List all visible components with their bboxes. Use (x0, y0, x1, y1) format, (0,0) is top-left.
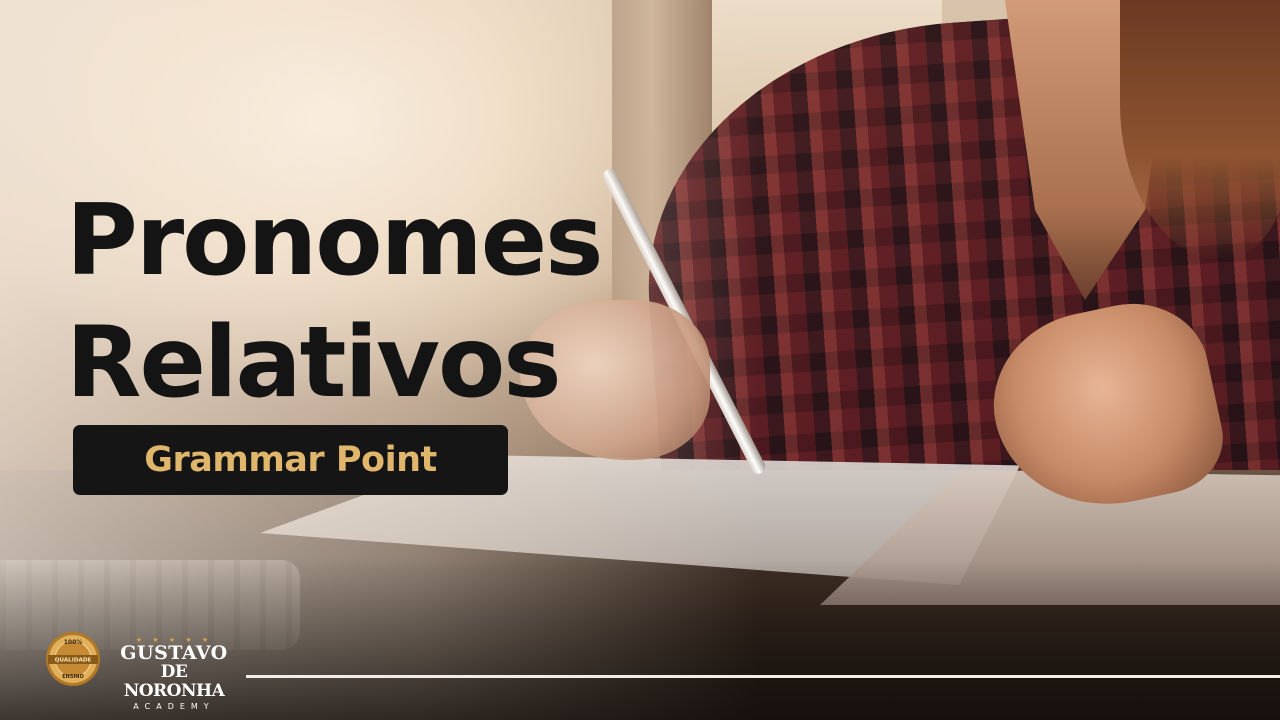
footer-divider (246, 675, 1280, 678)
brand-name-line-1: GUSTAVO (120, 642, 228, 664)
title-line-2: Relativos (66, 306, 562, 420)
quality-seal-icon: 100% QUALIDADE ENSINO (46, 632, 100, 686)
brand-logo: ★ ★ ★ ★ ★ GUSTAVO DE NORONHA ACADEMY (111, 637, 237, 712)
grammar-point-badge: Grammar Point (73, 425, 508, 495)
badge-label: Grammar Point (144, 440, 437, 480)
brand-name-line-3: ACADEMY (133, 702, 215, 711)
seal-top-text: 100% (64, 639, 83, 646)
page-title: Pronomes Relativos (66, 180, 603, 424)
title-line-1: Pronomes (66, 184, 603, 298)
seal-middle-text: QUALIDADE (55, 658, 92, 664)
thumbnail-stage: Pronomes Relativos Grammar Point 100% QU… (0, 0, 1280, 720)
seal-bottom-text: ENSINO (62, 674, 84, 680)
brand-name-line-2: DE NORONHA (123, 662, 225, 701)
